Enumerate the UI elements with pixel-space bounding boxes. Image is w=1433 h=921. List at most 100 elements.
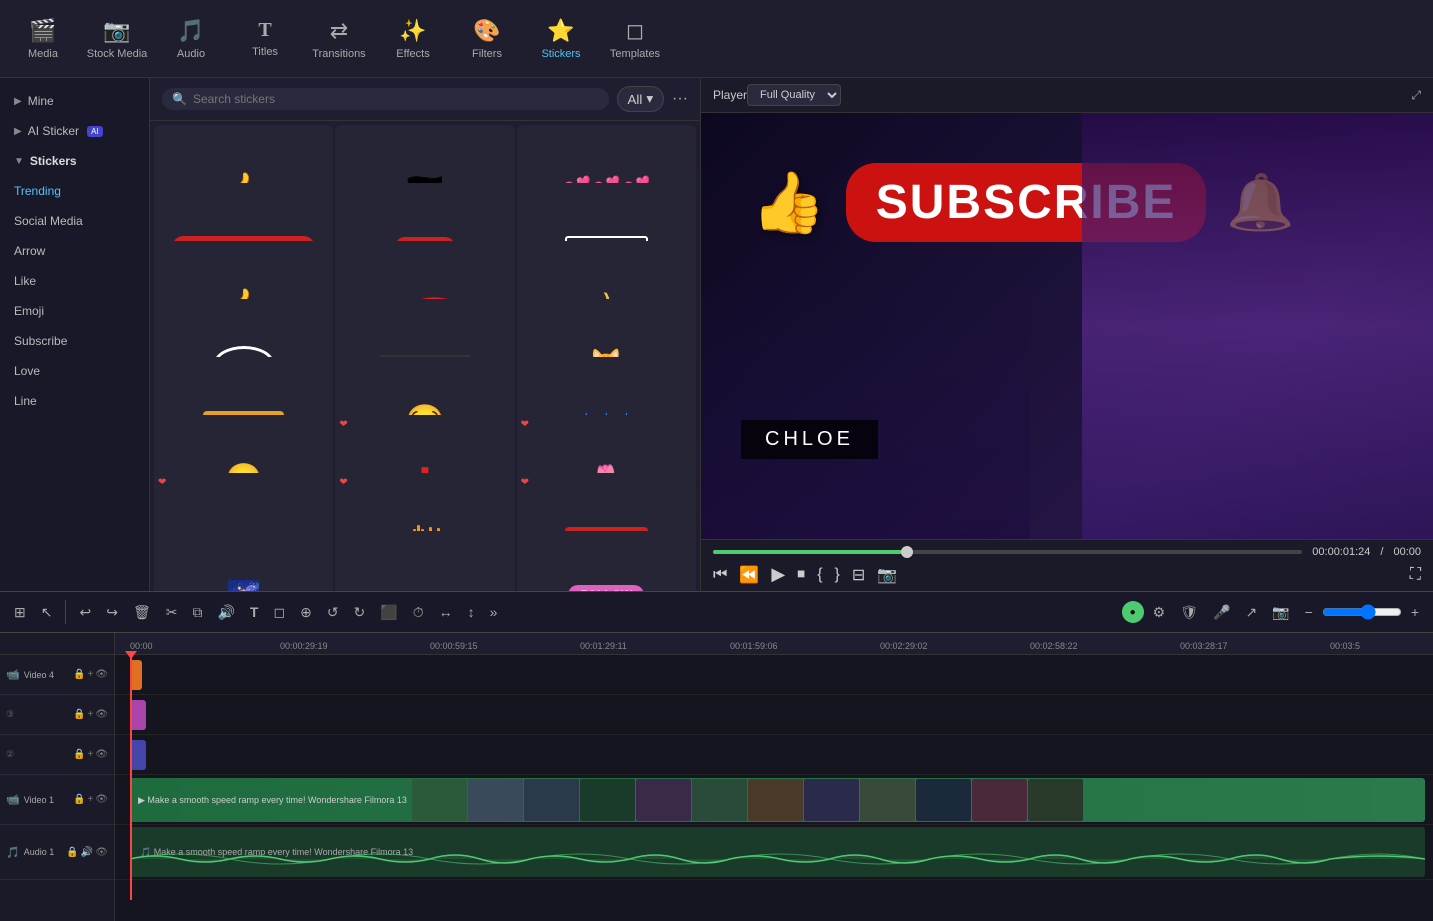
audio-button[interactable]: 🔊 <box>211 600 240 625</box>
rewind-button[interactable]: ⏮ <box>713 566 727 584</box>
timeline-mic-btn[interactable]: 🎤 <box>1207 600 1236 625</box>
timeline-zoom-in-btn[interactable]: + <box>1405 600 1425 624</box>
lock-icon-v1[interactable]: 🔒 <box>73 794 85 805</box>
track-row-2[interactable] <box>115 735 1433 775</box>
eye-icon-a1[interactable]: 👁 <box>95 847 108 858</box>
eye-icon-v1[interactable]: 👁 <box>95 794 108 805</box>
main-video-clip[interactable]: ▶ Make a smooth speed ramp every time! W… <box>130 778 1425 822</box>
lock-icon-a1[interactable]: 🔒 <box>66 847 78 858</box>
scale-v-button[interactable]: ↕ <box>462 600 481 624</box>
fullscreen-button[interactable]: ⛶ <box>1410 566 1421 584</box>
delete-button[interactable]: 🗑 <box>127 600 157 625</box>
lock-icon[interactable]: 🔒 <box>73 669 85 680</box>
more-tools-button[interactable]: » <box>484 600 504 624</box>
step-back-button[interactable]: ⏪ <box>739 565 759 585</box>
clip-t2[interactable] <box>130 740 146 770</box>
select-tool[interactable]: ↖ <box>35 600 59 625</box>
stop-button[interactable]: ⏹ <box>797 566 805 584</box>
frame-bracket-right[interactable]: } <box>835 566 840 584</box>
transitions-icon: ⇄ <box>330 18 348 44</box>
split-button[interactable]: ⊟ <box>852 565 865 585</box>
add-track-icon-2[interactable]: + <box>87 749 93 760</box>
layout-button[interactable]: ⊞ <box>8 600 32 625</box>
text-button[interactable]: T <box>244 600 265 624</box>
sidebar-item-like[interactable]: Like <box>0 266 149 296</box>
crop-button[interactable]: ⬛ <box>374 600 403 625</box>
audio-clip[interactable]: 🎵 Make a smooth speed ramp every time! W… <box>130 827 1425 877</box>
timeline-labels: 📹 Video 4 🔒 + 👁 ③ 🔒 + 👁 ② 🔒 + 👁 <box>0 633 115 921</box>
toolbar-templates[interactable]: ◻ Templates <box>600 4 670 74</box>
lock-icon-3[interactable]: 🔒 <box>73 709 85 720</box>
list-item[interactable]: · · · · · ⬇ <box>335 531 514 591</box>
toolbar-effects[interactable]: ✨ Effects <box>378 4 448 74</box>
track-icon-v1: 📹 <box>6 793 20 806</box>
sidebar-item-stickers[interactable]: ▼ Stickers <box>0 146 149 176</box>
sidebar-item-love[interactable]: Love <box>0 356 149 386</box>
progress-track[interactable] <box>713 550 1302 554</box>
sidebar-item-subscribe[interactable]: Subscribe <box>0 326 149 356</box>
redo-button[interactable]: ↪ <box>100 600 124 625</box>
duplicate-button[interactable]: ⧉ <box>186 600 208 625</box>
vol-icon-a1[interactable]: 🔊 <box>81 847 93 858</box>
lock-icon-2[interactable]: 🔒 <box>73 749 85 760</box>
rotate-left-button[interactable]: ↺ <box>321 600 345 625</box>
frame-bracket-left[interactable]: { <box>817 566 822 584</box>
toolbar-audio[interactable]: 🎵 Audio <box>156 4 226 74</box>
sidebar-item-trending[interactable]: Trending <box>0 176 149 206</box>
sidebar-item-emoji[interactable]: Emoji <box>0 296 149 326</box>
timeline-shield-btn[interactable]: 🛡 <box>1174 600 1204 625</box>
toolbar-filters[interactable]: 🎨 Filters <box>452 4 522 74</box>
toolbar-transitions[interactable]: ⇄ Transitions <box>304 4 374 74</box>
timeline-settings-btn[interactable]: ⚙ <box>1147 600 1172 625</box>
timeline-zoom-out-btn[interactable]: − <box>1299 600 1319 624</box>
add-track-icon[interactable]: + <box>87 669 93 680</box>
sidebar-item-arrow[interactable]: Arrow <box>0 236 149 266</box>
search-input[interactable] <box>193 92 599 106</box>
expand-icon[interactable]: ⤢ <box>1411 88 1421 103</box>
clip-t3[interactable] <box>130 700 146 730</box>
toolbar-titles[interactable]: T Titles <box>230 4 300 74</box>
track-row-video4[interactable] <box>115 655 1433 695</box>
cut-button[interactable]: ✂ <box>160 600 184 625</box>
add-button[interactable]: ⊕ <box>294 600 318 625</box>
sidebar-item-ai-sticker[interactable]: ▶ AI Sticker AI <box>0 116 149 146</box>
eye-icon-3[interactable]: 👁 <box>95 709 108 720</box>
search-box[interactable]: 🔍 <box>162 88 609 110</box>
toolbar-stock-media[interactable]: 📷 Stock Media <box>82 4 152 74</box>
sidebar-item-social-media[interactable]: Social Media <box>0 206 149 236</box>
scale-h-button[interactable]: ↔ <box>433 600 459 624</box>
timeline-share-btn[interactable]: ↗ <box>1239 600 1263 625</box>
list-item[interactable]: FOLLOW ⬇ <box>517 531 696 591</box>
sidebar-item-mine[interactable]: ▶ Mine <box>0 86 149 116</box>
add-icon-v1[interactable]: + <box>87 794 93 805</box>
toolbar-filters-label: Filters <box>472 48 502 60</box>
toolbar-media[interactable]: 🎬 Media <box>8 4 78 74</box>
speed-button[interactable]: ⏱ <box>407 600 430 625</box>
timeline-track-btn[interactable]: ● <box>1122 601 1144 623</box>
sidebar-item-line[interactable]: Line <box>0 386 149 416</box>
add-track-icon-3[interactable]: + <box>87 709 93 720</box>
track-row-audio1[interactable]: 🎵 Make a smooth speed ramp every time! W… <box>115 825 1433 880</box>
timeline-main[interactable]: 00:00 00:00:29:19 00:00:59:15 00:01:29:1… <box>115 633 1433 921</box>
scene-shelf <box>701 283 1030 539</box>
track-row-3[interactable] <box>115 695 1433 735</box>
rotate-right-button[interactable]: ↻ <box>348 600 372 625</box>
quality-select[interactable]: Full Quality 1/2 Quality 1/4 Quality <box>747 84 841 106</box>
toolbar-stickers[interactable]: ⭐ Stickers <box>526 4 596 74</box>
undo-button[interactable]: ↩ <box>73 600 97 625</box>
eye-icon-2[interactable]: 👁 <box>95 749 108 760</box>
favorite-icon: ❤ <box>521 419 529 430</box>
filter-button[interactable]: All ▾ <box>617 86 665 112</box>
more-options-button[interactable]: ··· <box>672 90 688 108</box>
screenshot-button[interactable]: 📷 <box>877 565 897 585</box>
zoom-slider[interactable] <box>1322 604 1402 620</box>
track-row-video1[interactable]: ▶ Make a smooth speed ramp every time! W… <box>115 775 1433 825</box>
shape-button[interactable]: ◻ <box>267 600 291 625</box>
list-item[interactable]: 🌌 ⬇ <box>154 531 333 591</box>
play-button[interactable]: ▶ <box>771 564 785 585</box>
progress-knob[interactable] <box>901 546 913 558</box>
progress-fill <box>713 550 907 554</box>
eye-icon[interactable]: 👁 <box>95 669 108 680</box>
timeline-cam-btn[interactable]: 📷 <box>1266 600 1295 625</box>
playhead[interactable] <box>130 655 132 900</box>
